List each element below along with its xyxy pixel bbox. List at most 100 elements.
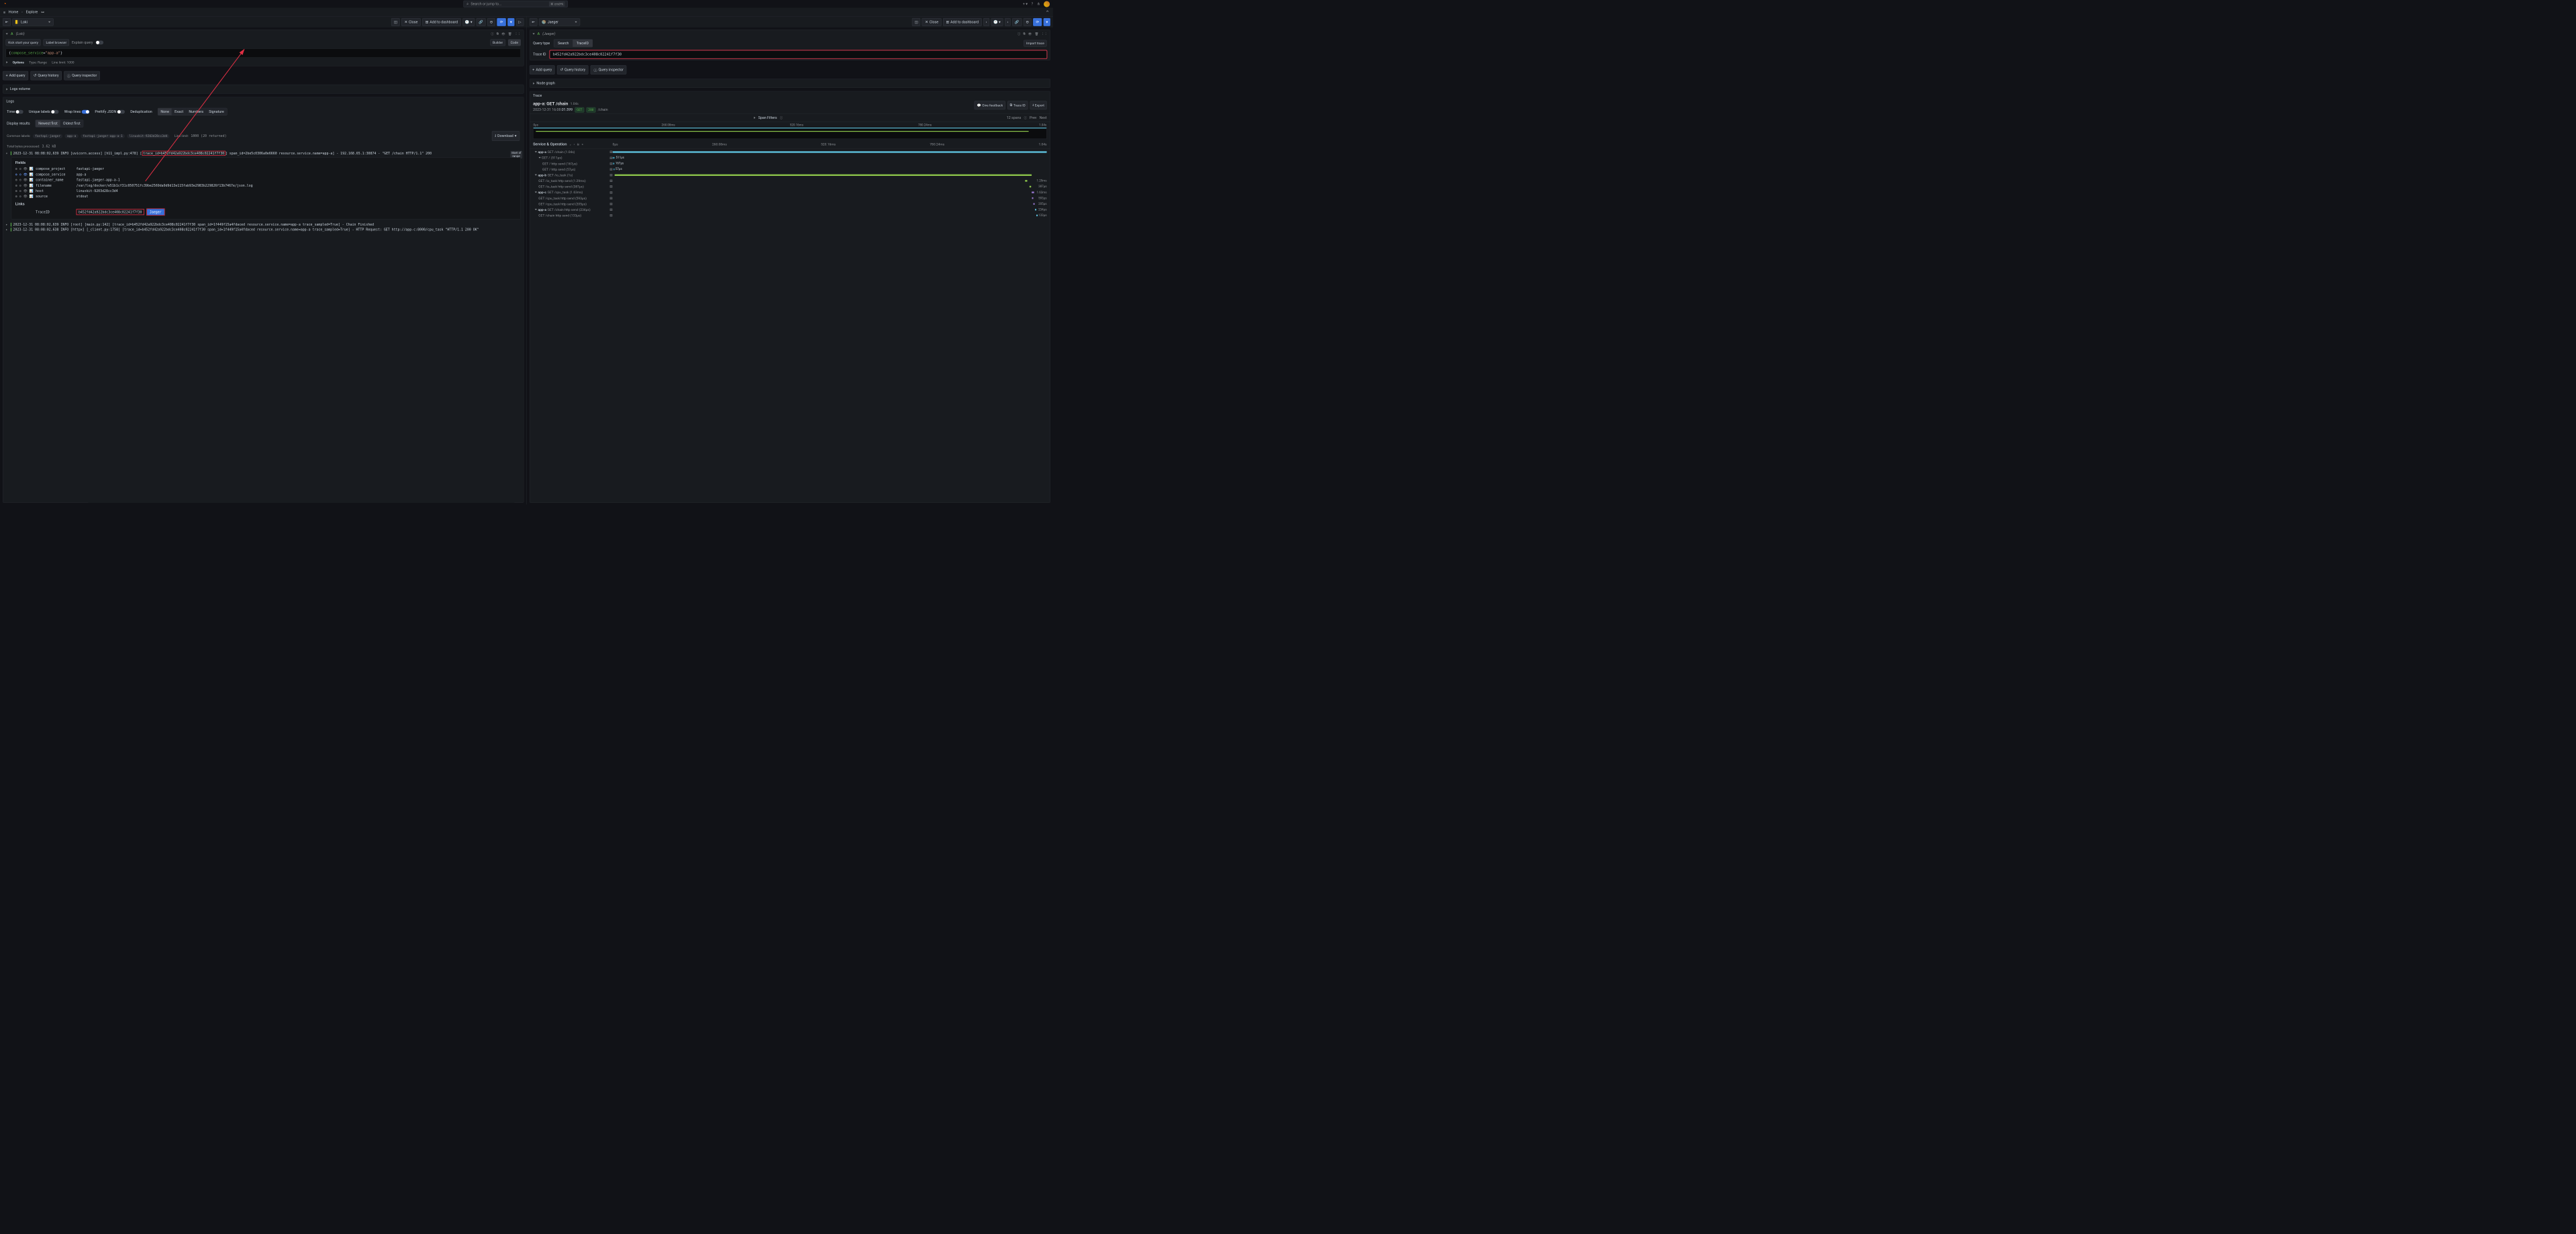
copy-link-button[interactable]: 🔗 xyxy=(1012,18,1022,26)
chevron-right-icon[interactable] xyxy=(533,82,534,84)
run-query-button[interactable]: ⟳ xyxy=(1033,18,1042,26)
info-icon[interactable]: ⓘ xyxy=(1018,32,1020,36)
builder-tab[interactable]: Builder xyxy=(490,39,505,46)
qtype-search[interactable]: Search xyxy=(554,40,573,47)
span-row[interactable]: GET /chain http send (133μs) ▤ 133μs xyxy=(530,212,1050,218)
datasource-picker[interactable]: Loki xyxy=(12,18,53,26)
field-action-icons[interactable]: ⊕ ⊖ 👁 📊 xyxy=(15,173,34,177)
breadcrumb-home[interactable]: Home xyxy=(9,10,18,14)
span-row[interactable]: GET /io_task http send (1.29ms) ▤ 1.29ms xyxy=(530,178,1050,184)
run-dropdown[interactable]: ▾ xyxy=(1044,18,1050,26)
code-tab[interactable]: Code xyxy=(508,39,521,46)
drag-icon[interactable]: ⋮⋮ xyxy=(515,32,521,36)
trash-icon[interactable]: 🗑 xyxy=(1035,32,1039,36)
oldest-first[interactable]: Oldest first xyxy=(60,120,83,127)
time-toggle[interactable] xyxy=(15,109,23,113)
eye-icon[interactable]: 👁 xyxy=(1028,32,1032,36)
span-row[interactable]: app-c GET /cpu_task (1.63ms) ▤ 1.63ms xyxy=(530,189,1050,195)
add-to-dashboard-button[interactable]: ⊞ Add to dashboard xyxy=(943,18,982,26)
menu-icon[interactable]: ≡ xyxy=(3,10,5,15)
chevron-right-icon[interactable]: › xyxy=(574,142,575,146)
options-label[interactable]: Options xyxy=(13,60,24,64)
collapse-button[interactable]: ⇤ xyxy=(530,18,538,26)
span-row[interactable]: GET /io_task http send (387μs) ▤ 387μs xyxy=(530,183,1050,189)
chevron-down-icon[interactable] xyxy=(538,157,540,158)
chevron-right-icon[interactable] xyxy=(6,61,7,63)
add-icon[interactable]: + ▾ xyxy=(1023,2,1028,6)
add-query-button[interactable]: + Add query xyxy=(3,71,28,80)
expand-icon[interactable]: ▾ xyxy=(6,151,9,155)
span-row[interactable]: app-a GET /chain http send (234μs) ▤ 234… xyxy=(530,207,1050,213)
log-line[interactable]: ▸ 2023-12-31 08:08:02,639 INFO [root] [m… xyxy=(6,222,521,227)
query-inspector-button[interactable]: ⓘ Query inspector xyxy=(64,71,100,80)
kickstart-button[interactable]: Kick start your query xyxy=(6,39,41,46)
avatar[interactable] xyxy=(1044,1,1050,7)
export-button[interactable]: ⭳ Export xyxy=(1030,101,1047,109)
label-browser-button[interactable]: Label browser xyxy=(44,39,69,46)
span-row[interactable]: GET /cpu_task http send (205μs) ▤ 205μs xyxy=(530,201,1050,207)
chevron-down-icon[interactable] xyxy=(6,33,8,34)
jaeger-link-button[interactable]: Jaeger xyxy=(146,208,165,216)
live-button[interactable]: ▷ xyxy=(516,18,524,26)
chevron-down-icon[interactable] xyxy=(535,151,537,152)
dedup-none[interactable]: None xyxy=(158,108,172,115)
query-code-input[interactable]: {compose_service="app-a"} xyxy=(6,48,521,57)
field-action-icons[interactable]: ⊕ ⊖ 👁 📊 xyxy=(15,183,34,187)
add-query-button[interactable]: + Add query xyxy=(530,65,555,74)
time-picker[interactable]: 🕘 ▾ xyxy=(462,18,475,26)
chevron-down-icon[interactable] xyxy=(535,209,537,210)
wrap-toggle[interactable] xyxy=(82,109,89,113)
span-row[interactable]: GET / http send (57μs) ▤ 57μs xyxy=(530,167,1050,173)
add-to-dashboard-button[interactable]: ⊞ Add to dashboard xyxy=(422,18,461,26)
collapse-all-icon[interactable]: ⇊ xyxy=(577,142,580,146)
prettify-toggle[interactable] xyxy=(117,109,125,113)
copy-link-button[interactable]: 🔗 xyxy=(477,18,486,26)
close-button[interactable]: ✕ Close xyxy=(922,18,942,26)
zoom-out-button[interactable]: ⊖ xyxy=(487,18,495,26)
collapse-button[interactable]: ⇤ xyxy=(3,18,11,26)
span-row[interactable]: app-b GET /io_task (1s) ▤ xyxy=(530,172,1050,178)
chevron-right-icon[interactable] xyxy=(6,88,7,90)
drag-icon[interactable]: ⋮⋮ xyxy=(1041,32,1047,36)
info-icon[interactable]: ⓘ xyxy=(491,32,493,36)
eye-icon[interactable]: 👁 xyxy=(501,32,505,36)
dedup-exact[interactable]: Exact xyxy=(172,108,186,115)
explain-toggle[interactable] xyxy=(96,41,103,45)
chevron-right-icon[interactable] xyxy=(754,117,756,119)
grafana-logo-icon[interactable]: ◔ xyxy=(3,1,6,7)
chevron-down-icon[interactable] xyxy=(535,175,537,176)
feedback-button[interactable]: 💬 Give feedback xyxy=(975,101,1005,109)
help-icon[interactable]: ? xyxy=(1032,2,1034,6)
info-icon[interactable]: ⓘ xyxy=(1024,115,1026,120)
breadcrumb-explore[interactable]: Explore xyxy=(26,10,38,14)
zoom-out-button[interactable]: ⊖ xyxy=(1024,18,1032,26)
next-button[interactable]: Next xyxy=(1040,115,1047,120)
chevron-down-icon[interactable] xyxy=(535,191,537,193)
span-row[interactable]: GET / (511μs) ▤ 511μs xyxy=(530,155,1050,161)
field-action-icons[interactable]: ⊕ ⊖ 👁 📊 xyxy=(15,167,34,171)
field-action-icons[interactable]: ⊕ ⊖ 👁 📊 xyxy=(15,189,34,193)
close-button[interactable]: ✕ Close xyxy=(401,18,421,26)
expand-icon[interactable]: ▸ xyxy=(6,223,9,227)
collapse-icon[interactable]: ⌃ xyxy=(1045,9,1050,15)
copy-icon[interactable]: ⧉ xyxy=(497,32,499,36)
timeline-ruler[interactable]: 0μs 260.08ms 520.16ms 780.24ms 1.04s xyxy=(533,127,1046,139)
prev-button[interactable]: Prev xyxy=(1030,115,1036,120)
span-row[interactable]: app-a GET /chain (1.04s) ▤ xyxy=(530,149,1050,155)
expand-icon[interactable]: ▸ xyxy=(6,228,9,232)
field-action-icons[interactable]: ⊕ ⊖ 👁 📊 xyxy=(15,194,34,198)
dedup-signature[interactable]: Signature xyxy=(206,108,227,115)
span-row[interactable]: GET / http send (167μs) ▤ 167μs xyxy=(530,160,1050,167)
unique-toggle[interactable] xyxy=(51,109,58,113)
chevron-down-icon[interactable]: ⌄ xyxy=(569,142,572,146)
query-history-button[interactable]: ↺ Query history xyxy=(30,71,62,80)
newest-first[interactable]: Newest first xyxy=(36,120,60,127)
field-action-icons[interactable]: ⊕ ⊖ 👁 📊 xyxy=(15,178,34,182)
traceid-button[interactable]: ⧉ Trace ID xyxy=(1007,101,1028,109)
span-row[interactable]: GET /cpu_task http send (593μs) ▤ 593μs xyxy=(530,195,1050,201)
run-dropdown[interactable]: ▾ xyxy=(507,18,514,26)
trash-icon[interactable]: 🗑 xyxy=(508,32,512,36)
time-picker[interactable]: 🕘 ▾ xyxy=(991,18,1003,26)
log-line[interactable]: ▸ 2023-12-31 08:08:02,638 INFO [httpx] [… xyxy=(6,227,521,232)
next-time-button[interactable]: › xyxy=(1005,18,1011,26)
